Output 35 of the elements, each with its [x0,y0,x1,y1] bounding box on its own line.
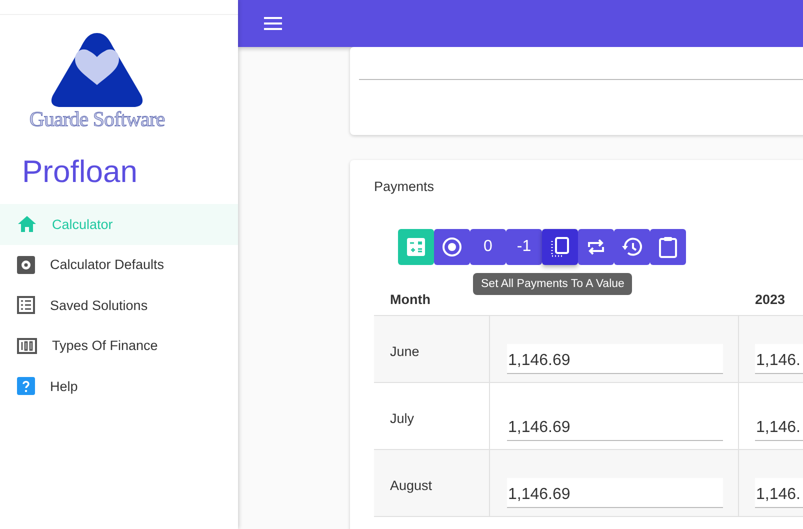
radio-icon [442,237,462,257]
clipboard-icon [659,236,677,258]
payment-field[interactable]: 1,146. [755,344,803,374]
counter-icon [17,338,37,354]
nav-item[interactable]: Types Of Finance [0,326,238,366]
app-name: Profloan [22,154,138,190]
card-title: Payments [374,179,436,194]
column-header: Month [389,292,432,306]
payment-field[interactable]: 1,146. [755,478,803,508]
help-icon [17,377,35,396]
toolbar-button[interactable] [578,229,614,265]
list-icon [17,296,35,314]
column-header: 2023 [754,292,786,306]
nav-item[interactable]: Help [0,366,238,406]
payment-field[interactable]: 1,146.69 [507,478,723,508]
logo-text: Guarde Software [29,107,165,132]
toolbar-button[interactable]: 0 [470,229,506,265]
toolbar-button[interactable] [650,229,686,265]
nav-item[interactable]: Saved Solutions [0,285,238,326]
nav-item[interactable]: Calculator Defaults [0,244,238,285]
month-cell: July [390,411,414,426]
month-cell: June [390,344,420,359]
copy-icon [551,237,569,257]
month-cell: August [390,478,432,493]
settings-icon [17,256,35,274]
tooltip: Set All Payments To A Value [473,273,632,295]
toolbar-button[interactable] [434,229,470,265]
payment-field[interactable]: 1,146.69 [507,344,723,374]
toolbar-button[interactable]: -1 [506,229,542,265]
toolbar-button[interactable] [542,229,578,265]
calculator-icon [407,238,425,256]
home-icon [17,215,37,234]
menu-icon[interactable] [264,17,282,30]
history-icon [621,237,643,257]
repeat-icon [586,238,606,256]
